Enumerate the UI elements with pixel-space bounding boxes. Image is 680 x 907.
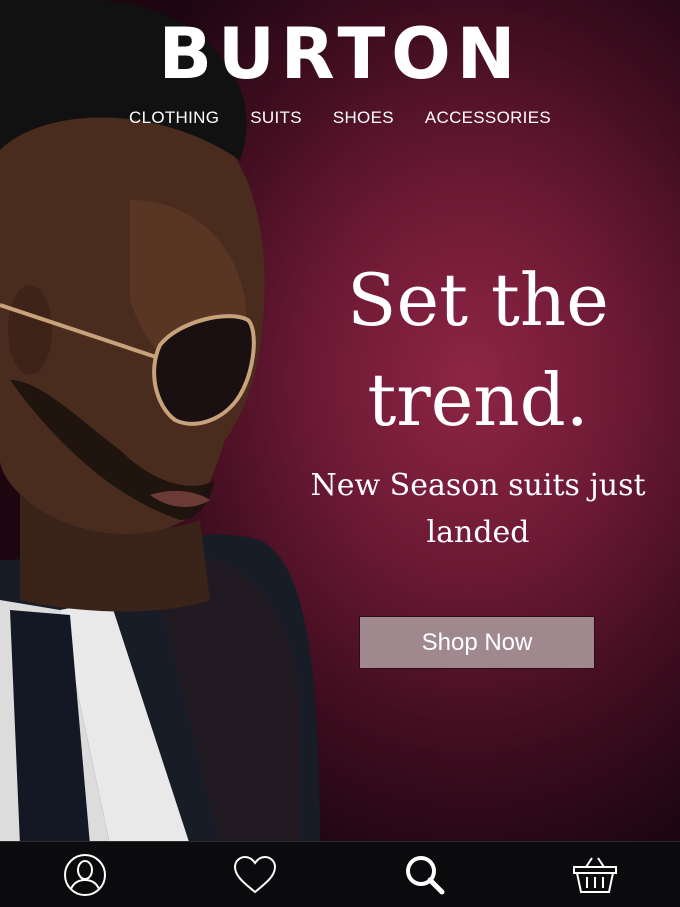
nav-item-suits[interactable]: SUITS <box>250 108 302 128</box>
hero-headline-line1: Set the <box>347 258 609 342</box>
tab-search[interactable] <box>340 842 510 907</box>
account-icon <box>64 854 106 896</box>
hero-subheading-line1: New Season suits just <box>310 468 646 503</box>
hero-headline-line2: trend. <box>367 358 589 442</box>
nav-item-shoes[interactable]: SHOES <box>333 108 394 128</box>
hero-headline: Set the trend. <box>300 250 656 450</box>
main-nav: CLOTHING SUITS SHOES ACCESSORIES <box>0 108 680 128</box>
tab-basket[interactable] <box>510 842 680 907</box>
search-icon <box>406 856 445 895</box>
hero-subheading: New Season suits just landed <box>300 462 656 556</box>
shop-now-button[interactable]: Shop Now <box>359 616 595 669</box>
hero-subheading-line2: landed <box>426 515 530 550</box>
heart-icon <box>233 855 277 894</box>
nav-item-clothing[interactable]: CLOTHING <box>129 108 219 128</box>
basket-icon <box>573 857 617 893</box>
tab-wishlist[interactable] <box>170 842 340 907</box>
nav-item-accessories[interactable]: ACCESSORIES <box>425 108 551 128</box>
home-screen: BURTON CLOTHING SUITS SHOES ACCESSORIES … <box>0 0 680 907</box>
brand-logo[interactable]: BURTON <box>0 14 680 94</box>
tab-account[interactable] <box>0 842 170 907</box>
bottom-tab-bar <box>0 841 680 907</box>
